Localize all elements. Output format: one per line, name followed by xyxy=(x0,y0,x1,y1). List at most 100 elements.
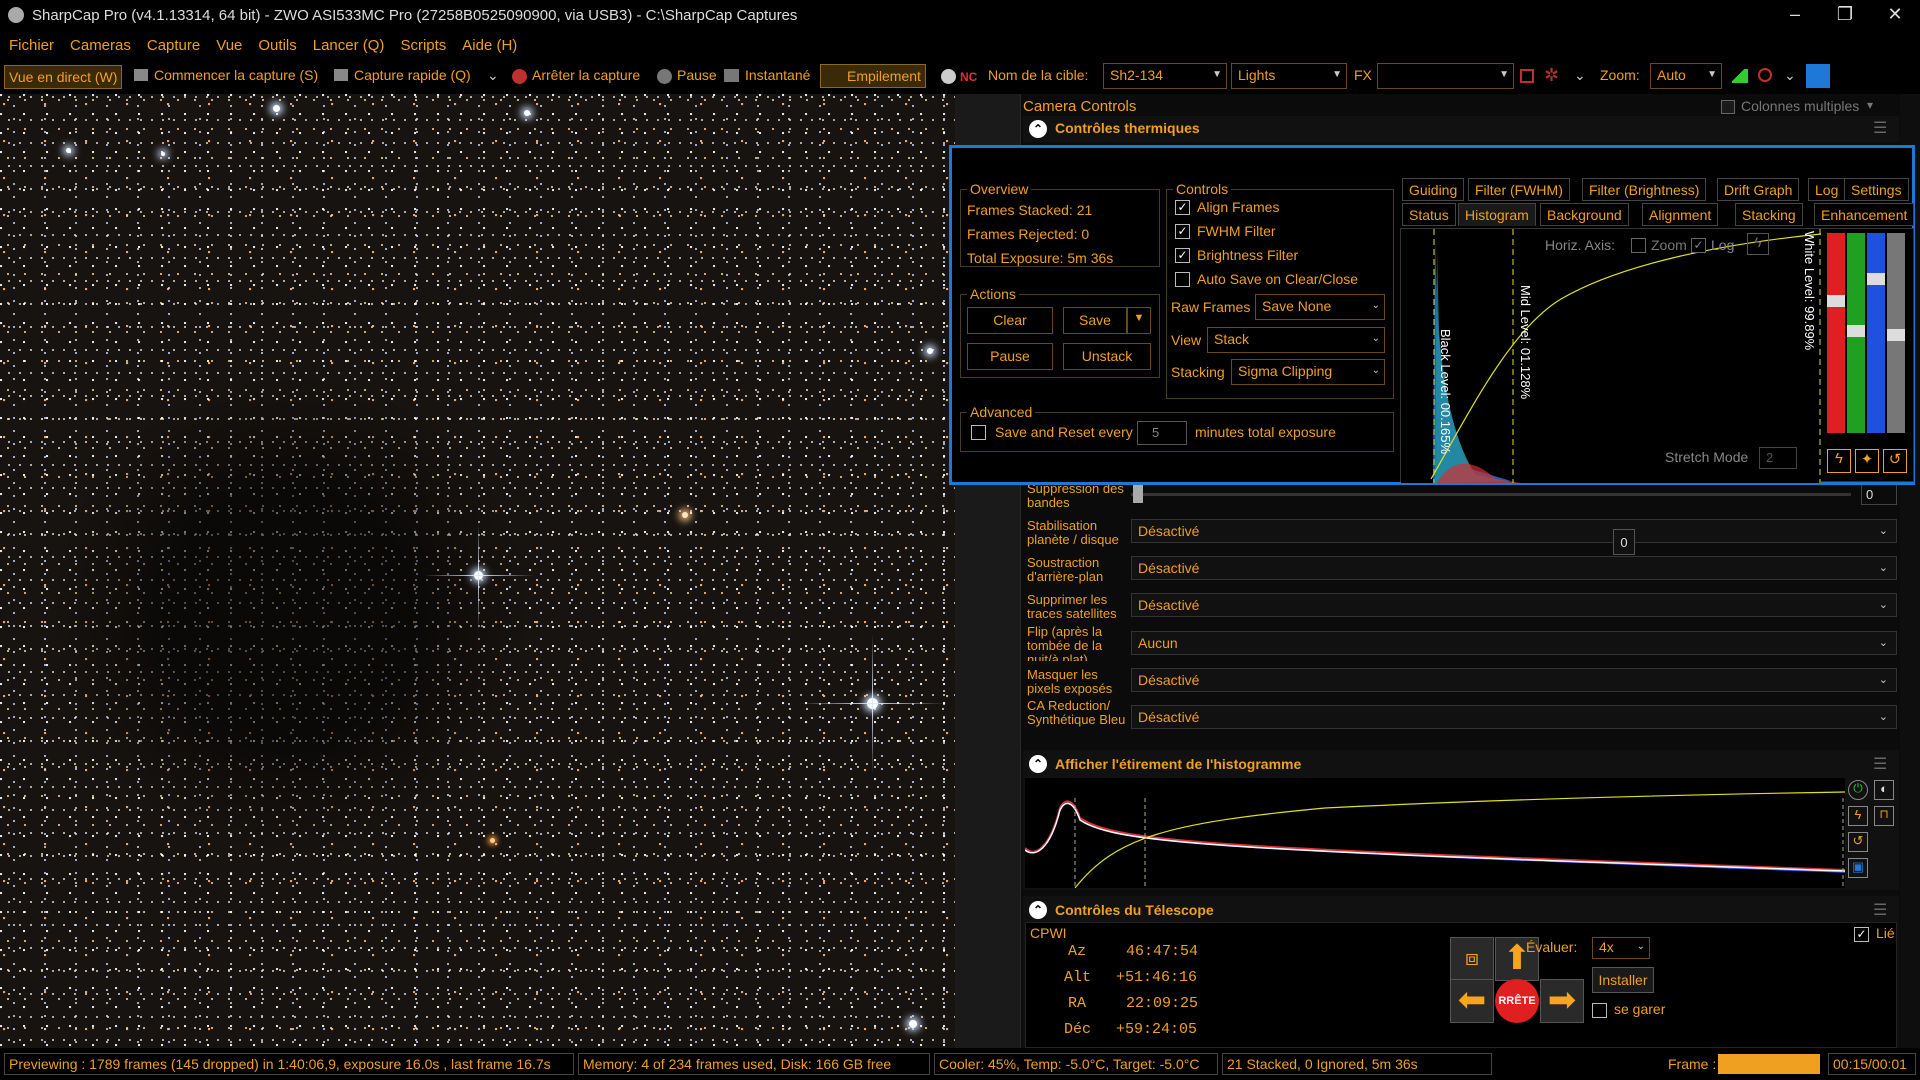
save-reset-checkbox[interactable] xyxy=(971,425,986,440)
red-slider[interactable] xyxy=(1827,233,1845,433)
auto-stretch-icon[interactable]: ϟ xyxy=(1747,233,1769,255)
lock-icon[interactable]: ⊓ xyxy=(1874,806,1894,826)
save-icon[interactable]: ▣ xyxy=(1848,858,1868,878)
ca-combo[interactable]: Désactivé ⌄ xyxy=(1131,705,1897,729)
stop-capture-button[interactable]: Arrêter la capture xyxy=(532,67,640,83)
save-reset-spin[interactable]: 5 xyxy=(1137,421,1187,445)
tab-stacking[interactable]: Stacking xyxy=(1735,203,1803,226)
background-sub-combo[interactable]: Désactivé ⌄ xyxy=(1131,556,1897,580)
lum-slider-thumb[interactable] xyxy=(1887,329,1905,341)
contrast-icon[interactable]: ◐ xyxy=(1874,780,1894,800)
focus-dropdown-icon[interactable]: ⌄ xyxy=(1784,67,1796,84)
save-button[interactable]: Save xyxy=(1063,307,1127,334)
arrow-left-button[interactable]: ⬅ xyxy=(1450,979,1494,1023)
stretch-mode-spin[interactable]: 2 xyxy=(1759,447,1797,469)
autosave-checkbox[interactable] xyxy=(1175,272,1190,287)
menu-aide[interactable]: Aide (H) xyxy=(453,32,524,54)
green-slider[interactable] xyxy=(1847,233,1865,433)
start-capture-button[interactable]: Commencer la capture (S) xyxy=(154,67,318,83)
red-slider-thumb[interactable] xyxy=(1827,295,1845,307)
menu-capture[interactable]: Capture xyxy=(138,32,207,54)
tab-drift-graph[interactable]: Drift Graph xyxy=(1717,178,1800,201)
raw-frames-combo[interactable]: Save None ⌄ xyxy=(1255,294,1385,320)
star-field-image[interactable] xyxy=(0,94,955,1048)
lum-slider[interactable] xyxy=(1887,233,1905,433)
linked-checkbox[interactable]: ✓ xyxy=(1854,927,1869,942)
stacking-button[interactable]: Empilement xyxy=(820,64,926,88)
collapse-icon[interactable]: ⌃ xyxy=(1029,901,1047,919)
reticle-icon[interactable]: ✲ xyxy=(1544,65,1559,86)
unstack-button[interactable]: Unstack xyxy=(1063,343,1151,370)
mask-combo[interactable]: Désactivé ⌄ xyxy=(1131,668,1897,692)
collapse-icon[interactable]: ⌃ xyxy=(1029,755,1047,773)
histogram-icon[interactable] xyxy=(1732,69,1748,83)
green-slider-thumb[interactable] xyxy=(1847,325,1865,337)
reticle-dropdown-icon[interactable]: ⌄ xyxy=(1574,67,1586,84)
close-button[interactable]: ✕ xyxy=(1875,4,1915,28)
quick-capture-button[interactable]: Capture rapide (Q) xyxy=(354,67,471,83)
stop-telescope-button[interactable]: RRÊTE xyxy=(1495,979,1539,1023)
reset-icon[interactable]: ↺ xyxy=(1848,832,1868,852)
target-name-combo[interactable]: Sh2-134 ▼ xyxy=(1103,63,1227,89)
menu-icon[interactable]: ☰ xyxy=(1873,754,1887,774)
tab-filter-fwhm[interactable]: Filter (FWHM) xyxy=(1468,178,1570,201)
roi-icon[interactable] xyxy=(1520,69,1534,83)
log-checkbox[interactable]: ✓ xyxy=(1691,238,1706,253)
tab-settings[interactable]: Settings xyxy=(1844,178,1909,201)
goto-icon[interactable]: ⧈ xyxy=(1450,937,1494,981)
install-button[interactable]: Installer xyxy=(1592,967,1654,993)
brightness-checkbox[interactable]: ✓ xyxy=(1175,248,1190,263)
park-checkbox[interactable] xyxy=(1592,1003,1607,1018)
menu-lancer[interactable]: Lancer (Q) xyxy=(304,32,392,54)
banding-value[interactable]: 0 xyxy=(1861,483,1897,505)
fwhm-checkbox[interactable]: ✓ xyxy=(1175,224,1190,239)
collapse-icon[interactable]: ⌃ xyxy=(1029,120,1047,138)
stabilization-combo[interactable]: Désactivé ⌄ xyxy=(1131,519,1897,543)
stretch-histogram-graph[interactable] xyxy=(1025,778,1845,888)
sun-icon[interactable] xyxy=(941,69,956,84)
stack-histogram-graph[interactable] xyxy=(1401,229,1821,483)
satellite-combo[interactable]: Désactivé ⌄ xyxy=(1131,593,1897,617)
menu-cameras[interactable]: Cameras xyxy=(61,32,138,54)
pause-button[interactable]: Pause xyxy=(677,67,717,83)
tab-guiding[interactable]: Guiding xyxy=(1402,178,1465,201)
banding-slider[interactable] xyxy=(1131,485,1851,505)
pause-stack-button[interactable]: Pause xyxy=(967,343,1053,370)
tab-filter-brightness[interactable]: Filter (Brightness) xyxy=(1582,178,1707,201)
tab-histogram[interactable]: Histogram xyxy=(1458,203,1536,226)
snapshot-button[interactable]: Instantané xyxy=(745,67,810,83)
zoom-checkbox[interactable] xyxy=(1631,238,1646,253)
no-calibration-icon[interactable]: NC xyxy=(960,70,977,84)
star-icon[interactable]: ✦ xyxy=(1855,449,1879,473)
tab-enhancement[interactable]: Enhancement xyxy=(1814,203,1915,226)
telescope-icon[interactable] xyxy=(1806,64,1830,88)
live-view-button[interactable]: Vue en direct (W) xyxy=(4,65,123,89)
tab-log[interactable]: Log xyxy=(1808,178,1846,201)
slider-thumb[interactable] xyxy=(1133,485,1143,503)
maximize-button[interactable]: ❐ xyxy=(1825,4,1865,28)
focus-icon[interactable] xyxy=(1758,68,1772,82)
tab-alignment[interactable]: Alignment xyxy=(1642,203,1719,226)
menu-scripts[interactable]: Scripts xyxy=(391,32,453,54)
arrow-right-button[interactable]: ➡ xyxy=(1540,979,1584,1023)
lightning-icon[interactable]: ϟ xyxy=(1827,449,1851,473)
clear-button[interactable]: Clear xyxy=(967,307,1053,334)
menu-outils[interactable]: Outils xyxy=(249,32,303,54)
stabilization-spin[interactable]: 0 xyxy=(1613,529,1635,555)
menu-icon[interactable]: ☰ xyxy=(1873,118,1887,138)
flip-combo[interactable]: Aucun ⌄ xyxy=(1131,631,1897,655)
stacking-combo[interactable]: Sigma Clipping ⌄ xyxy=(1231,359,1385,385)
menu-icon[interactable]: ☰ xyxy=(1873,900,1887,920)
view-combo[interactable]: Stack ⌄ xyxy=(1207,327,1385,353)
blue-slider[interactable] xyxy=(1867,233,1885,433)
tab-status[interactable]: Status xyxy=(1402,203,1456,226)
menu-vue[interactable]: Vue xyxy=(207,32,249,54)
lightning-icon[interactable]: ϟ xyxy=(1848,806,1868,826)
blue-slider-thumb[interactable] xyxy=(1867,273,1885,285)
quick-capture-dropdown-icon[interactable]: ⌄ xyxy=(487,67,499,84)
fx-combo[interactable]: ▼ xyxy=(1377,63,1514,89)
panel-dropdown-icon[interactable]: ▾ xyxy=(1867,98,1873,112)
zoom-combo[interactable]: Auto ▼ xyxy=(1650,63,1722,89)
align-frames-checkbox[interactable]: ✓ xyxy=(1175,200,1190,215)
reset-icon[interactable]: ↺ xyxy=(1883,449,1907,473)
